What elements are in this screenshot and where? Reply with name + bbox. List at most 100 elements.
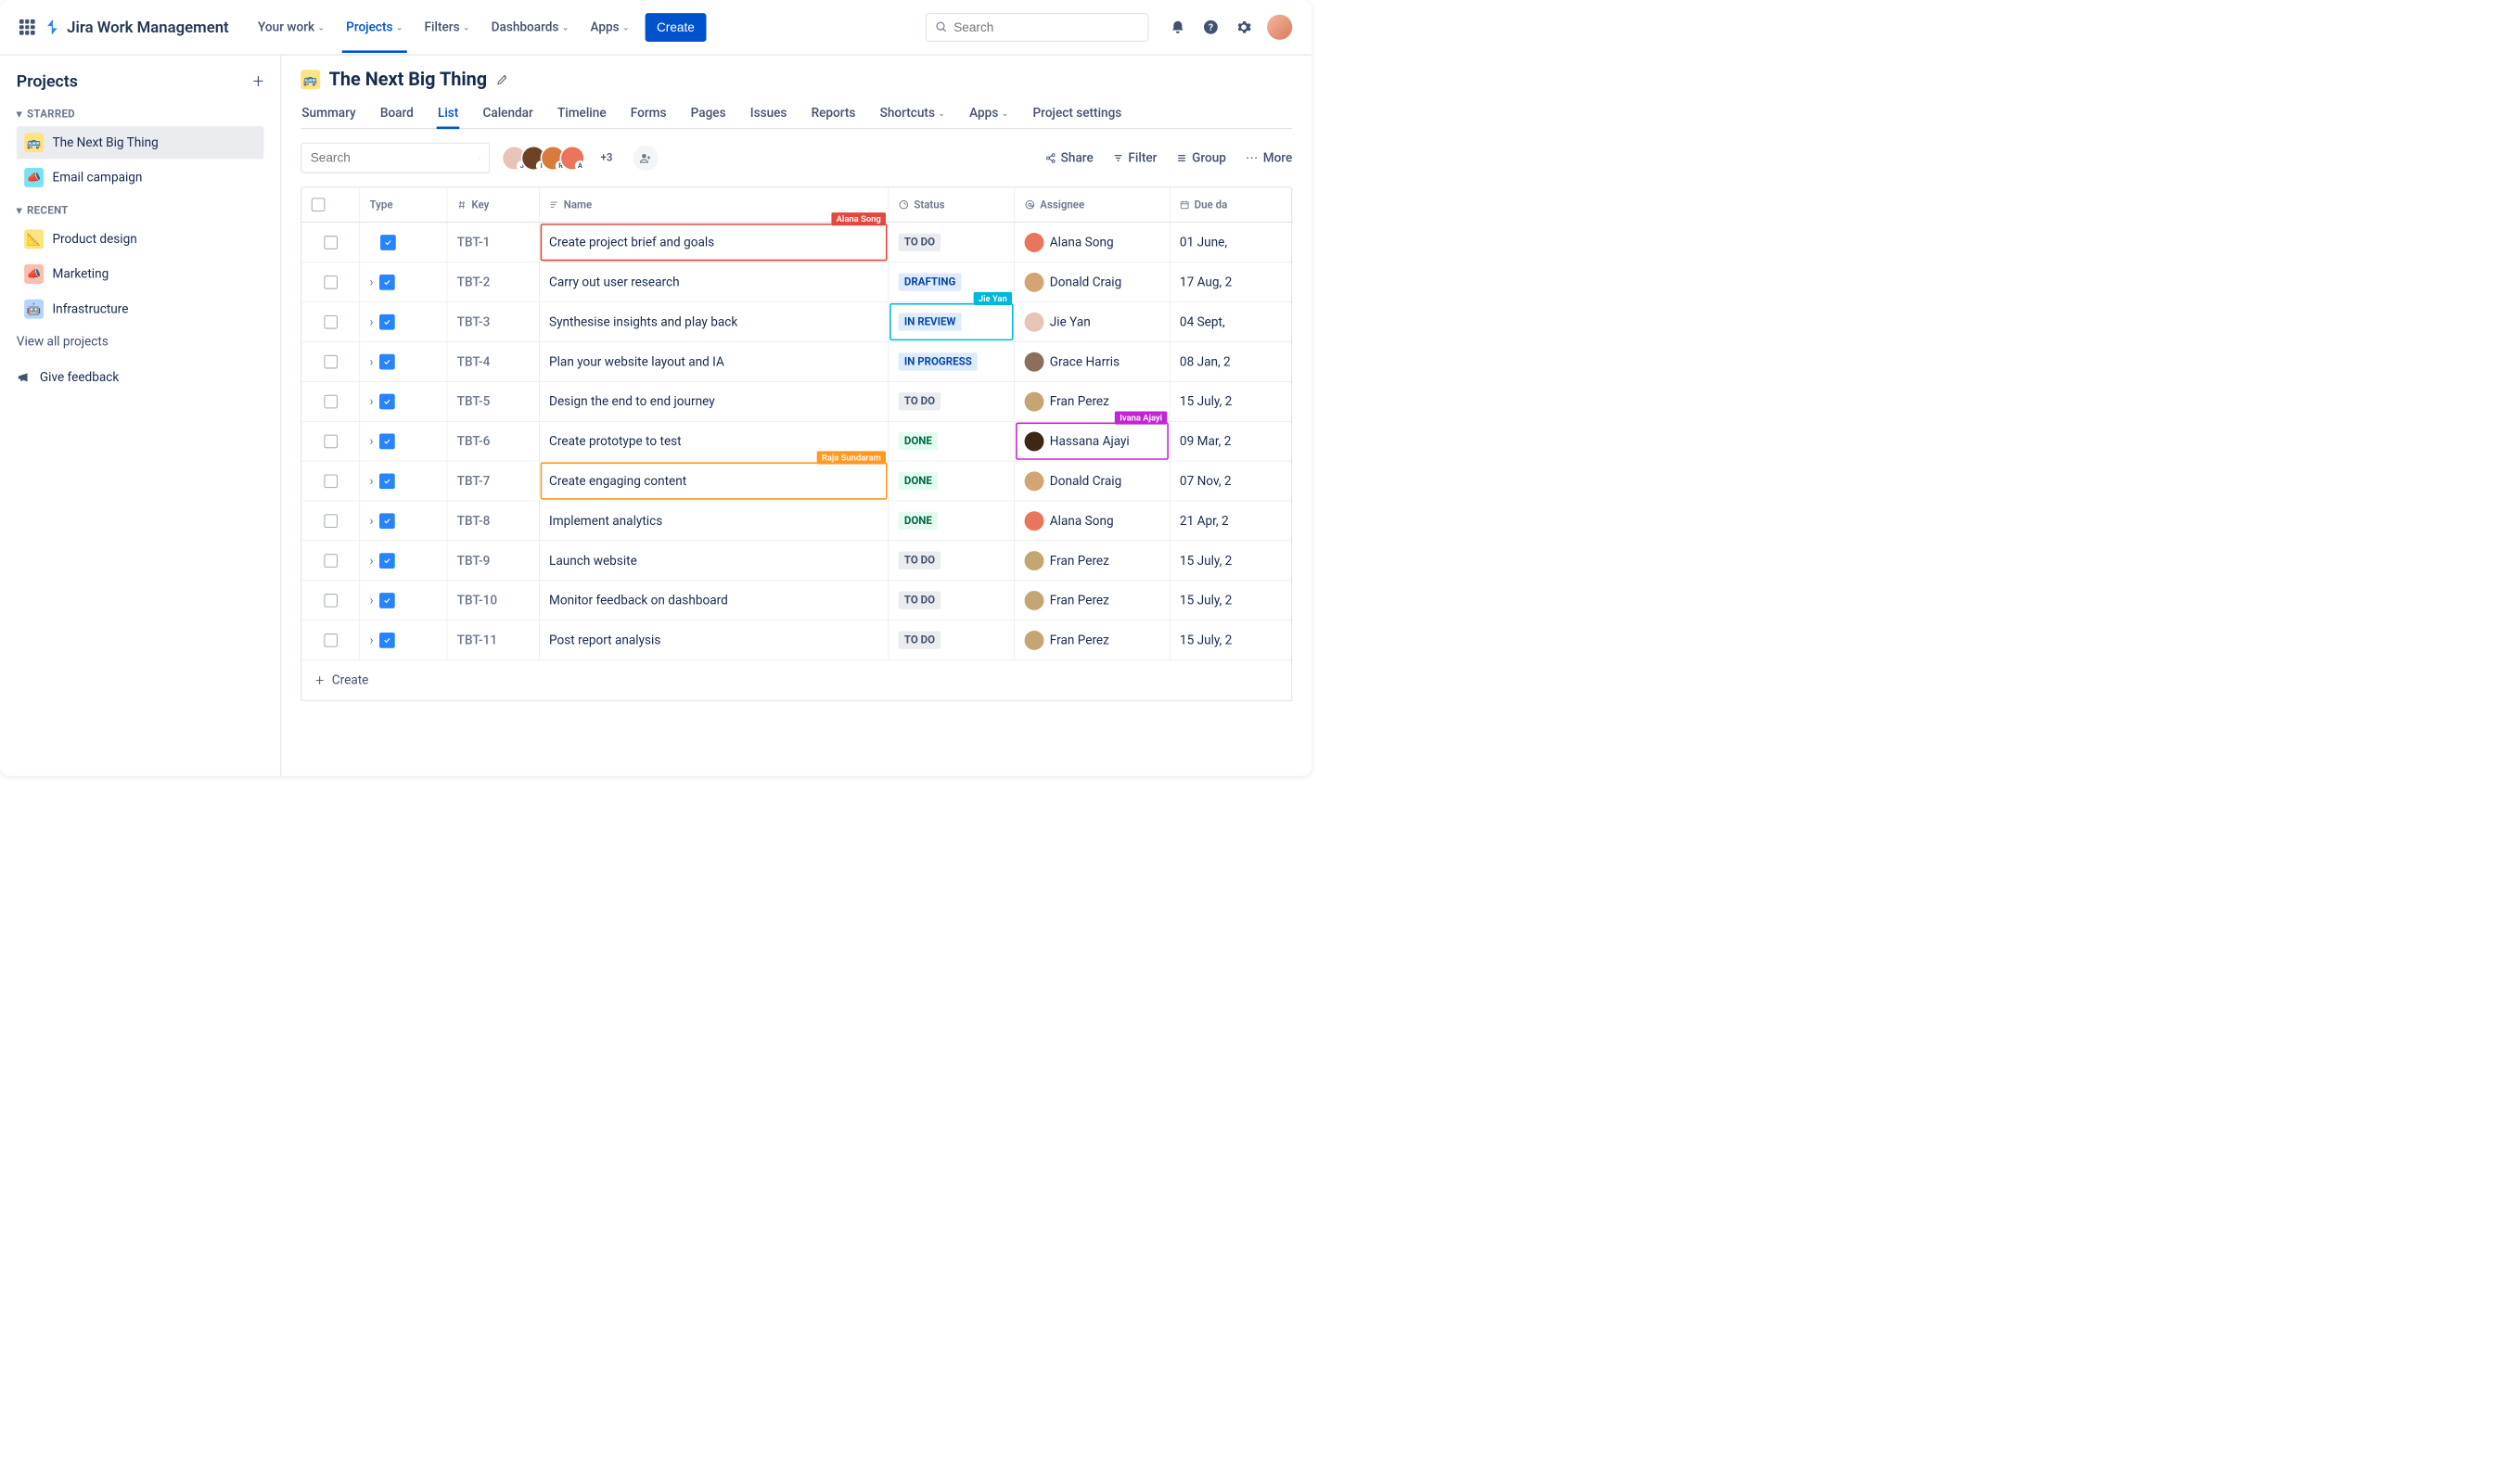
nav-item-dashboards[interactable]: Dashboards⌄ bbox=[492, 3, 569, 52]
tab-shortcuts[interactable]: Shortcuts⌄ bbox=[879, 98, 946, 128]
row-checkbox[interactable] bbox=[324, 514, 338, 528]
col-type[interactable]: Type bbox=[360, 187, 447, 222]
row-checkbox[interactable] bbox=[324, 315, 338, 329]
table-row[interactable]: › TBT-8 Implement analytics DONE Alana S… bbox=[301, 501, 1291, 541]
cell-due[interactable]: 07 Nov, 2 bbox=[1170, 461, 1267, 500]
filter-button[interactable]: Filter bbox=[1113, 150, 1158, 165]
table-row[interactable]: › TBT-9 Launch website TO DO Fran Perez … bbox=[301, 541, 1291, 581]
cell-key[interactable]: TBT-2 bbox=[447, 262, 539, 301]
tab-board[interactable]: Board bbox=[379, 98, 415, 128]
cell-name[interactable]: Design the end to end journey bbox=[540, 382, 889, 421]
avatar-overflow[interactable]: +3 bbox=[600, 152, 612, 164]
cell-assignee[interactable]: Jie Yan bbox=[1015, 302, 1170, 341]
cell-assignee[interactable]: Fran Perez bbox=[1015, 581, 1170, 620]
col-due[interactable]: Due da bbox=[1170, 187, 1267, 222]
add-member-button[interactable] bbox=[633, 146, 658, 171]
cell-key[interactable]: TBT-10 bbox=[447, 581, 539, 620]
row-checkbox[interactable] bbox=[324, 394, 338, 408]
sidebar-section-starred[interactable]: ▾ STARRED bbox=[17, 109, 264, 121]
app-switcher-icon[interactable] bbox=[19, 19, 35, 35]
tab-apps[interactable]: Apps⌄ bbox=[968, 98, 1009, 128]
nav-item-apps[interactable]: Apps⌄ bbox=[590, 3, 629, 52]
view-all-projects-link[interactable]: View all projects bbox=[17, 334, 264, 349]
group-button[interactable]: Group bbox=[1176, 150, 1226, 165]
cell-due[interactable]: 17 Aug, 2 bbox=[1170, 262, 1267, 301]
cell-status[interactable]: TO DO bbox=[889, 541, 1015, 580]
cell-due[interactable]: 04 Sept, bbox=[1170, 302, 1267, 341]
cell-name[interactable]: Synthesise insights and play back bbox=[540, 302, 889, 341]
cell-key[interactable]: TBT-6 bbox=[447, 421, 539, 460]
edit-icon[interactable] bbox=[496, 72, 510, 86]
cell-assignee[interactable]: Fran Perez bbox=[1015, 620, 1170, 659]
tab-list[interactable]: List bbox=[437, 98, 459, 128]
cell-assignee[interactable]: Grace Harris bbox=[1015, 342, 1170, 381]
tab-summary[interactable]: Summary bbox=[301, 98, 356, 128]
row-checkbox[interactable] bbox=[324, 474, 338, 488]
row-checkbox[interactable] bbox=[324, 633, 338, 647]
add-project-icon[interactable]: + bbox=[253, 70, 264, 93]
cell-key[interactable]: TBT-5 bbox=[447, 382, 539, 421]
tab-pages[interactable]: Pages bbox=[690, 98, 727, 128]
list-search[interactable] bbox=[301, 143, 490, 173]
tab-forms[interactable]: Forms bbox=[630, 98, 668, 128]
cell-status[interactable]: IN REVIEWJie Yan bbox=[889, 302, 1015, 341]
row-checkbox[interactable] bbox=[324, 355, 338, 369]
profile-avatar[interactable] bbox=[1267, 15, 1292, 40]
cell-key[interactable]: TBT-7 bbox=[447, 461, 539, 500]
global-search[interactable] bbox=[926, 13, 1149, 42]
cell-due[interactable]: 08 Jan, 2 bbox=[1170, 342, 1267, 381]
cell-assignee[interactable]: Donald Craig bbox=[1015, 262, 1170, 301]
table-row[interactable]: › TBT-10 Monitor feedback on dashboard T… bbox=[301, 581, 1291, 620]
col-key[interactable]: Key bbox=[447, 187, 539, 222]
cell-due[interactable]: 01 June, bbox=[1170, 223, 1267, 262]
cell-assignee[interactable]: Alana Song bbox=[1015, 501, 1170, 540]
cell-name[interactable]: Launch website bbox=[540, 541, 889, 580]
cell-due[interactable]: 09 Mar, 2 bbox=[1170, 421, 1267, 460]
cell-due[interactable]: 15 July, 2 bbox=[1170, 382, 1267, 421]
cell-name[interactable]: Create engaging contentRaja Sundaram bbox=[540, 461, 889, 500]
help-icon[interactable]: ? bbox=[1201, 18, 1221, 37]
cell-assignee[interactable]: Alana Song bbox=[1015, 223, 1170, 262]
expand-icon[interactable]: › bbox=[370, 593, 374, 608]
logo[interactable]: Jira Work Management bbox=[45, 18, 229, 36]
expand-icon[interactable]: › bbox=[370, 553, 374, 568]
sidebar-project-marketing[interactable]: 📣Marketing bbox=[17, 258, 264, 291]
cell-name[interactable]: Carry out user research bbox=[540, 262, 889, 301]
cell-status[interactable]: TO DO bbox=[889, 223, 1015, 262]
expand-icon[interactable]: › bbox=[370, 314, 374, 329]
row-checkbox[interactable] bbox=[324, 434, 338, 448]
table-row[interactable]: › TBT-3 Synthesise insights and play bac… bbox=[301, 302, 1291, 342]
list-search-input[interactable] bbox=[311, 150, 473, 165]
cell-status[interactable]: DONE bbox=[889, 461, 1015, 500]
table-row[interactable]: TBT-1 Create project brief and goalsAlan… bbox=[301, 223, 1291, 262]
col-status[interactable]: Status bbox=[889, 187, 1015, 222]
table-row[interactable]: › TBT-2 Carry out user research DRAFTING… bbox=[301, 262, 1291, 302]
expand-icon[interactable]: › bbox=[370, 514, 374, 529]
cell-name[interactable]: Post report analysis bbox=[540, 620, 889, 659]
share-button[interactable]: Share bbox=[1045, 150, 1094, 165]
more-button[interactable]: ⋯More bbox=[1246, 150, 1292, 165]
sidebar-project-infrastructure[interactable]: 🤖Infrastructure bbox=[17, 292, 264, 326]
cell-key[interactable]: TBT-4 bbox=[447, 342, 539, 381]
create-issue-row[interactable]: + Create bbox=[301, 660, 1291, 700]
row-checkbox[interactable] bbox=[324, 594, 338, 608]
col-assignee[interactable]: Assignee bbox=[1015, 187, 1170, 222]
tab-issues[interactable]: Issues bbox=[749, 98, 788, 128]
cell-key[interactable]: TBT-11 bbox=[447, 620, 539, 659]
nav-item-your-work[interactable]: Your work⌄ bbox=[258, 3, 325, 52]
cell-due[interactable]: 15 July, 2 bbox=[1170, 581, 1267, 620]
sidebar-project-product-design[interactable]: 📐Product design bbox=[17, 223, 264, 256]
cell-assignee[interactable]: Hassana AjayiIvana Ajayi bbox=[1015, 421, 1170, 460]
search-input[interactable] bbox=[953, 19, 1139, 34]
settings-icon[interactable] bbox=[1235, 18, 1254, 37]
tab-reports[interactable]: Reports bbox=[811, 98, 857, 128]
cell-name[interactable]: Implement analytics bbox=[540, 501, 889, 540]
cell-key[interactable]: TBT-9 bbox=[447, 541, 539, 580]
cell-due[interactable]: 21 Apr, 2 bbox=[1170, 501, 1267, 540]
create-button[interactable]: Create bbox=[645, 13, 706, 42]
notifications-icon[interactable] bbox=[1168, 18, 1187, 37]
give-feedback-link[interactable]: Give feedback bbox=[17, 370, 264, 385]
row-checkbox[interactable] bbox=[324, 275, 338, 289]
table-row[interactable]: › TBT-7 Create engaging contentRaja Sund… bbox=[301, 461, 1291, 501]
cell-due[interactable]: 15 July, 2 bbox=[1170, 620, 1267, 659]
